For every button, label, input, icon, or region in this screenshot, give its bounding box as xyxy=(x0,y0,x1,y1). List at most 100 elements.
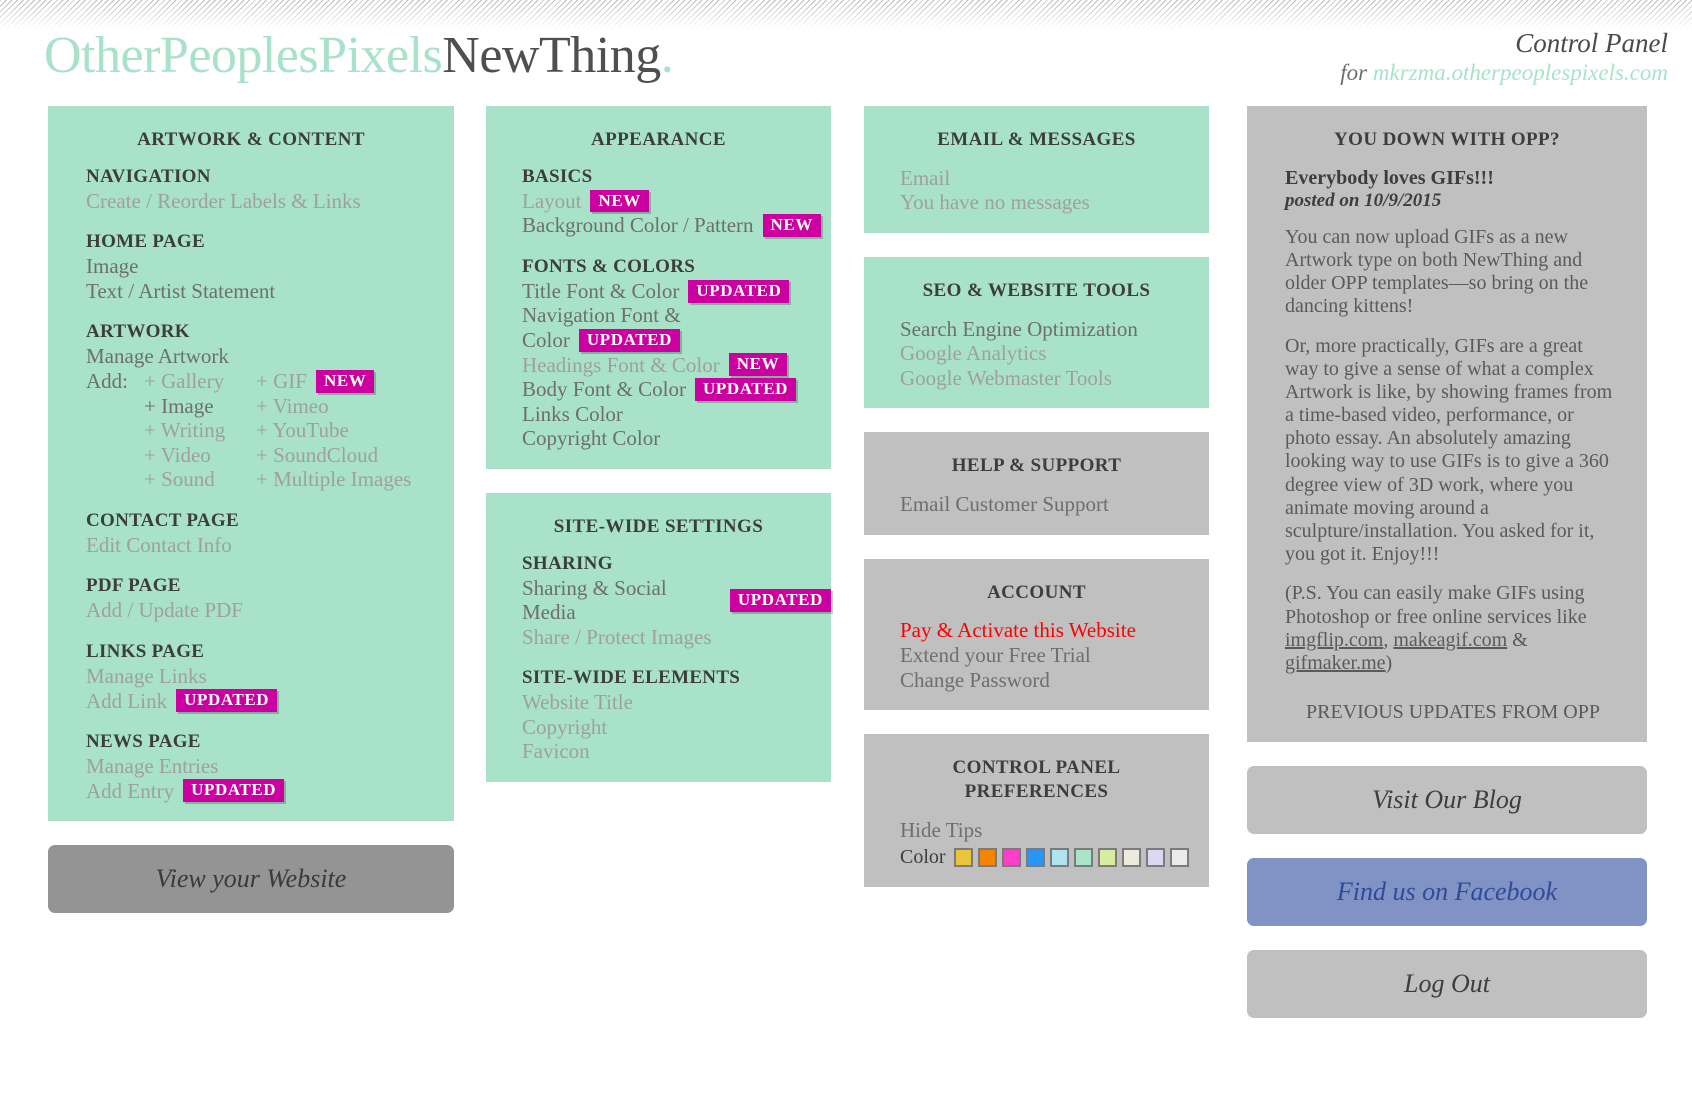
link-navigation-font-color-line1[interactable]: Navigation Font & xyxy=(522,303,831,328)
news-ps-mid1: , xyxy=(1383,628,1394,651)
row-headings-font: Headings Font & Color NEW xyxy=(522,353,831,378)
heading-fonts-colors: FONTS & COLORS xyxy=(522,255,696,277)
site-logo[interactable]: OtherPeoplesPixelsNewThing. xyxy=(44,26,674,85)
color-swatch-4[interactable] xyxy=(1025,848,1045,868)
logo-part-one: OtherPeoplesPixels xyxy=(44,27,443,84)
row-title-font: Title Font & Color UPDATED xyxy=(522,279,831,304)
heading-sharing: SHARING xyxy=(522,552,613,574)
link-hide-tips[interactable]: Hide Tips xyxy=(900,818,1209,843)
heading-contact-page: CONTACT PAGE xyxy=(86,509,239,531)
link-add-vimeo[interactable]: + Vimeo xyxy=(256,394,411,419)
log-out-button[interactable]: Log Out xyxy=(1247,950,1647,1019)
link-search-engine-optimization[interactable]: Search Engine Optimization xyxy=(900,317,1209,342)
color-swatch-9[interactable] xyxy=(1145,848,1165,868)
link-add-update-pdf[interactable]: Add / Update PDF xyxy=(86,598,454,623)
news-ps-post: ) xyxy=(1385,651,1393,674)
panel-help-support: HELP & SUPPORT Email Customer Support xyxy=(864,432,1209,535)
link-headings-font-color[interactable]: Headings Font & Color xyxy=(522,353,720,378)
link-links-color[interactable]: Links Color xyxy=(522,402,831,427)
panel-account: ACCOUNT Pay & Activate this Website Exte… xyxy=(864,558,1209,711)
heading-news-page: NEWS PAGE xyxy=(86,731,201,753)
row-navigation-font-line2: Color UPDATED xyxy=(522,328,831,353)
link-add-sound[interactable]: + Sound xyxy=(144,467,256,492)
column-artwork-content: ARTWORK & CONTENT NAVIGATION Create / Re… xyxy=(48,106,454,914)
row-sharing-social: Sharing & Social Media UPDATED xyxy=(522,576,831,625)
page-header: OtherPeoplesPixelsNewThing. Control Pane… xyxy=(0,26,1692,96)
control-panel-heading: Control Panel for mkrzma.otherpeoplespix… xyxy=(1340,28,1668,86)
link-add-video[interactable]: + Video xyxy=(144,443,256,468)
link-share-protect-images[interactable]: Share / Protect Images xyxy=(522,625,831,650)
link-pay-activate-website[interactable]: Pay & Activate this Website xyxy=(900,618,1209,643)
panel-appearance: APPEARANCE BASICS Layout NEW Background … xyxy=(486,106,831,469)
link-makeagif[interactable]: makeagif.com xyxy=(1393,629,1507,651)
link-gifmaker[interactable]: gifmaker.me xyxy=(1285,652,1386,674)
color-swatch-1[interactable] xyxy=(953,848,973,868)
color-swatch-7[interactable] xyxy=(1097,848,1117,868)
link-add-entry[interactable]: Add Entry xyxy=(86,779,174,804)
link-title-font-color[interactable]: Title Font & Color xyxy=(522,279,679,304)
for-label: for xyxy=(1340,60,1368,86)
link-layout[interactable]: Layout xyxy=(522,189,581,214)
preferences-title-line2: PREFERENCES xyxy=(964,780,1109,802)
link-google-webmaster-tools[interactable]: Google Webmaster Tools xyxy=(900,366,1209,391)
column-email-tools: EMAIL & MESSAGES Email You have no messa… xyxy=(864,106,1209,911)
link-navigation-font-color-line2[interactable]: Color xyxy=(522,328,570,353)
news-paragraph-3: (P.S. You can easily make GIFs using Pho… xyxy=(1285,582,1621,675)
link-change-password[interactable]: Change Password xyxy=(900,668,1209,693)
link-imgflip[interactable]: imgflip.com xyxy=(1285,629,1383,651)
panel-opp-news: YOU DOWN WITH OPP? Everybody loves GIFs!… xyxy=(1247,106,1647,743)
link-add-youtube[interactable]: + YouTube xyxy=(256,418,411,443)
link-add-writing[interactable]: + Writing xyxy=(144,418,256,443)
link-text-artist-statement[interactable]: Text / Artist Statement xyxy=(86,279,454,304)
link-home-image[interactable]: Image xyxy=(86,254,454,279)
logo-period: . xyxy=(660,27,674,84)
link-add-soundcloud[interactable]: + SoundCloud xyxy=(256,443,411,468)
panel-title-help-support: HELP & SUPPORT xyxy=(951,455,1122,477)
link-copyright-color[interactable]: Copyright Color xyxy=(522,426,831,451)
link-add-gallery[interactable]: + Gallery xyxy=(144,369,256,394)
link-add-multiple-images[interactable]: + Multiple Images xyxy=(256,467,411,492)
color-swatch-2[interactable] xyxy=(977,848,997,868)
visit-our-blog-button[interactable]: Visit Our Blog xyxy=(1247,766,1647,835)
badge-add-entry-updated: UPDATED xyxy=(183,779,285,803)
color-label: Color xyxy=(900,846,946,869)
site-domain[interactable]: mkrzma.otherpeoplespixels.com xyxy=(1373,60,1668,85)
link-add-gif[interactable]: + GIF xyxy=(256,369,307,394)
link-extend-free-trial[interactable]: Extend your Free Trial xyxy=(900,643,1209,668)
color-swatch-6[interactable] xyxy=(1073,848,1093,868)
control-panel-title: Control Panel xyxy=(1515,28,1668,58)
color-swatch-5[interactable] xyxy=(1049,848,1069,868)
heading-artwork: ARTWORK xyxy=(86,321,190,343)
link-add-link[interactable]: Add Link xyxy=(86,689,167,714)
panel-seo-website-tools: SEO & WEBSITE TOOLS Search Engine Optimi… xyxy=(864,256,1209,409)
view-your-website-button[interactable]: View your Website xyxy=(48,845,454,914)
link-website-title[interactable]: Website Title xyxy=(522,690,831,715)
row-body-font: Body Font & Color UPDATED xyxy=(522,377,831,402)
badge-add-link-updated: UPDATED xyxy=(176,689,278,713)
heading-pdf-page: PDF PAGE xyxy=(86,575,181,597)
link-sharing-social-media[interactable]: Sharing & Social Media xyxy=(522,576,721,625)
link-favicon[interactable]: Favicon xyxy=(522,739,831,764)
link-manage-links[interactable]: Manage Links xyxy=(86,664,454,689)
link-email[interactable]: Email xyxy=(900,166,1209,191)
panel-title-preferences: CONTROL PANEL PREFERENCES xyxy=(864,756,1209,804)
link-email-customer-support[interactable]: Email Customer Support xyxy=(900,492,1209,517)
link-background-color-pattern[interactable]: Background Color / Pattern xyxy=(522,213,754,238)
color-swatch-10[interactable] xyxy=(1169,848,1189,868)
find-us-on-facebook-button[interactable]: Find us on Facebook xyxy=(1247,858,1647,927)
panel-title-appearance: APPEARANCE xyxy=(591,129,726,150)
color-swatch-3[interactable] xyxy=(1001,848,1021,868)
link-manage-entries[interactable]: Manage Entries xyxy=(86,754,454,779)
link-copyright[interactable]: Copyright xyxy=(522,715,831,740)
link-manage-artwork[interactable]: Manage Artwork xyxy=(86,344,454,369)
row-layout: Layout NEW xyxy=(522,189,831,214)
link-previous-updates[interactable]: PREVIOUS UPDATES FROM OPP xyxy=(1285,701,1621,724)
link-add-image[interactable]: + Image xyxy=(144,394,256,419)
color-swatch-8[interactable] xyxy=(1121,848,1141,868)
link-edit-contact-info[interactable]: Edit Contact Info xyxy=(86,533,454,558)
link-body-font-color[interactable]: Body Font & Color xyxy=(522,377,686,402)
link-create-reorder-labels[interactable]: Create / Reorder Labels & Links xyxy=(86,189,454,214)
news-post-date: posted on 10/9/2015 xyxy=(1285,189,1442,211)
link-google-analytics[interactable]: Google Analytics xyxy=(900,341,1209,366)
row-add-gif: + GIF NEW xyxy=(256,369,411,394)
